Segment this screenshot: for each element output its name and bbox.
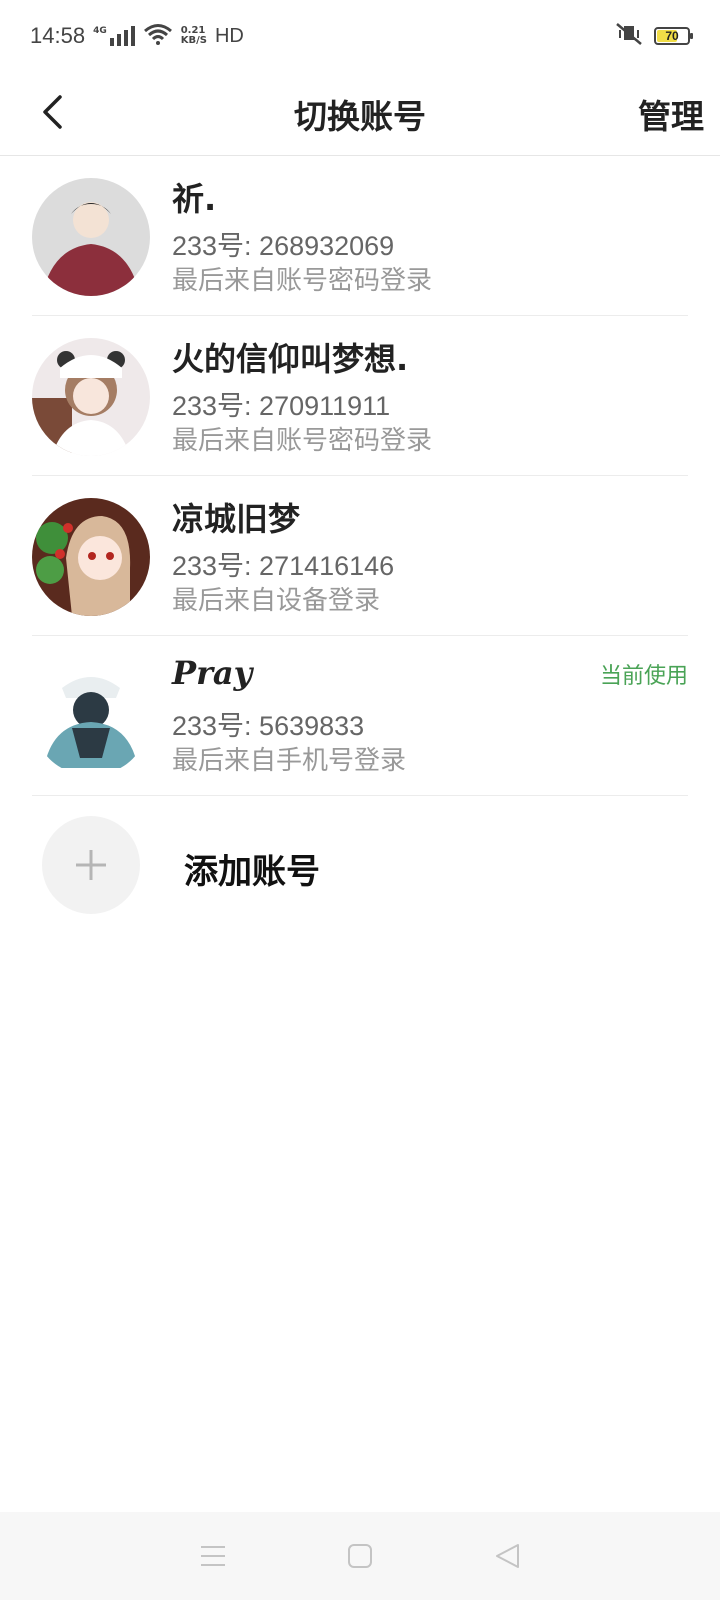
page-title: 切换账号 bbox=[294, 97, 426, 136]
account-name: Pray bbox=[172, 654, 253, 692]
menu-icon bbox=[201, 1546, 226, 1566]
battery-indicator: 70 bbox=[654, 27, 693, 45]
account-item[interactable]: 凉城旧梦 233号: 271416146 最后来自设备登录 bbox=[32, 476, 688, 636]
add-account-circle bbox=[42, 816, 140, 914]
back-triangle-icon bbox=[495, 1544, 519, 1568]
battery-percentage: 70 bbox=[665, 29, 679, 43]
last-login-method: 最后来自账号密码登录 bbox=[172, 426, 433, 456]
account-item[interactable]: Pray 233号: 5639833 最后来自手机号登录 当前使用 bbox=[32, 636, 688, 796]
account-id: 233号: 268932069 bbox=[172, 231, 395, 261]
status-right: 70 bbox=[614, 22, 693, 50]
account-name: 凉城旧梦 bbox=[172, 500, 301, 538]
avatar bbox=[32, 338, 150, 456]
home-button[interactable] bbox=[340, 1536, 380, 1576]
avatar bbox=[32, 498, 150, 616]
status-bar: 14:58 4G 0.21 KB/S HD 70 bbox=[0, 0, 720, 72]
status-time: 14:58 bbox=[30, 23, 86, 48]
current-account-badge: 当前使用 bbox=[599, 664, 688, 689]
back-icon bbox=[43, 95, 62, 129]
last-login-method: 最后来自设备登录 bbox=[172, 586, 381, 616]
status-left: 14:58 4G 0.21 KB/S HD bbox=[30, 23, 244, 49]
battery-tip bbox=[690, 33, 693, 39]
wifi-icon bbox=[143, 23, 173, 49]
account-name: 祈. bbox=[172, 180, 217, 218]
account-item[interactable]: 火的信仰叫梦想. 233号: 270911911 最后来自账号密码登录 bbox=[32, 316, 688, 476]
avatar bbox=[32, 658, 150, 776]
speed-unit: KB/S bbox=[180, 35, 207, 46]
plus-icon bbox=[76, 850, 106, 880]
home-icon bbox=[347, 1544, 372, 1568]
mute-vibrate-icon bbox=[614, 22, 644, 50]
account-list: 祈. 233号: 268932069 最后来自账号密码登录 火的信仰叫梦想. 2… bbox=[0, 156, 720, 796]
network-speed: 0.21 KB/S bbox=[181, 26, 207, 46]
account-id: 233号: 270911911 bbox=[172, 391, 391, 421]
last-login-method: 最后来自手机号登录 bbox=[172, 746, 407, 776]
hd-label: HD bbox=[214, 24, 244, 47]
avatar bbox=[32, 178, 150, 296]
add-account-label: 添加账号 bbox=[184, 852, 320, 892]
back-button[interactable] bbox=[30, 90, 74, 134]
system-nav-bar bbox=[0, 1512, 720, 1600]
net-type-label: 4G bbox=[93, 26, 107, 36]
last-login-method: 最后来自账号密码登录 bbox=[172, 266, 433, 296]
account-id: 233号: 271416146 bbox=[172, 551, 395, 581]
account-id: 233号: 5639833 bbox=[172, 711, 365, 741]
account-item[interactable]: 祈. 233号: 268932069 最后来自账号密码登录 bbox=[32, 156, 688, 316]
recent-apps-button[interactable] bbox=[193, 1536, 233, 1576]
app-bar: 切换账号 管理 bbox=[0, 72, 720, 156]
nav-back-button[interactable] bbox=[487, 1536, 527, 1576]
add-account-button[interactable]: 添加账号 bbox=[32, 812, 688, 922]
manage-button[interactable]: 管理 bbox=[638, 72, 704, 156]
account-name: 火的信仰叫梦想. bbox=[172, 340, 409, 378]
signal-icon: 4G bbox=[93, 26, 135, 46]
